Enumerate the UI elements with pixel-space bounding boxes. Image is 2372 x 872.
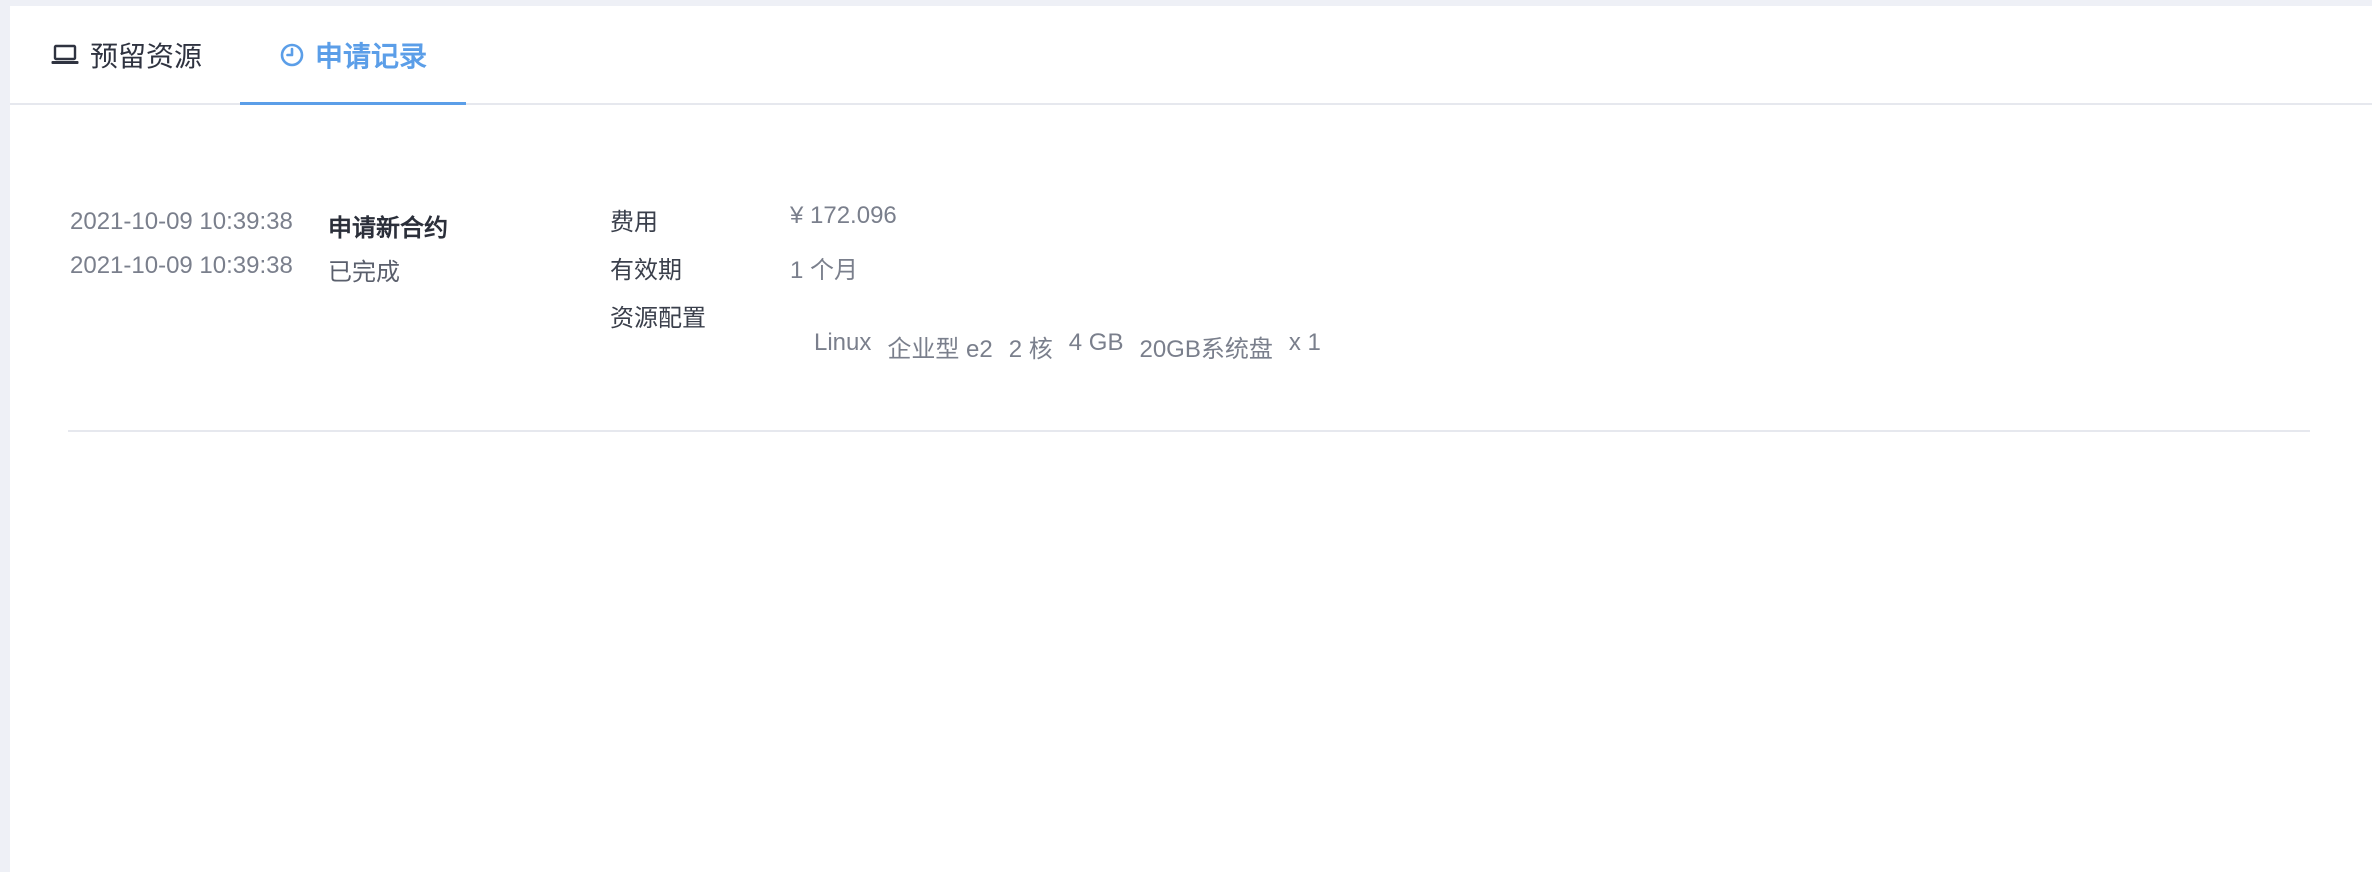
log-entry-time: 2021-10-09 10:39:38 — [70, 208, 293, 235]
application-record: 2021-10-09 10:39:38 申请新合约 2021-10-09 10:… — [10, 6, 2372, 446]
log-entry-status: 已完成 — [328, 259, 400, 286]
spec-os: Linux — [814, 329, 872, 356]
content-panel: 预留资源 申请记录 2021-10-09 10:39:38 申请新合约 2021… — [10, 6, 2372, 872]
spec-memory: 4 GB — [1068, 329, 1124, 356]
spec-cpu: 2 核 — [1008, 336, 1053, 363]
validity-label: 有效期 — [610, 257, 682, 284]
log-entry-status: 申请新合约 — [328, 215, 448, 242]
spec-quantity: x 1 — [1288, 329, 1321, 356]
resource-config-label: 资源配置 — [610, 305, 706, 332]
record-divider — [68, 430, 2310, 432]
fee-label: 费用 — [610, 209, 658, 236]
spec-disk: 20GB系统盘 — [1139, 336, 1273, 363]
resource-config-spec: Linux 企业型 e2 2 核 4 GB 20GB系统盘 x 1 — [814, 329, 1321, 364]
log-entry-time: 2021-10-09 10:39:38 — [70, 252, 293, 279]
fee-value: ¥ 172.096 — [790, 202, 897, 229]
spec-instance-type: 企业型 e2 — [887, 336, 993, 363]
validity-value: 1 个月 — [790, 257, 859, 284]
